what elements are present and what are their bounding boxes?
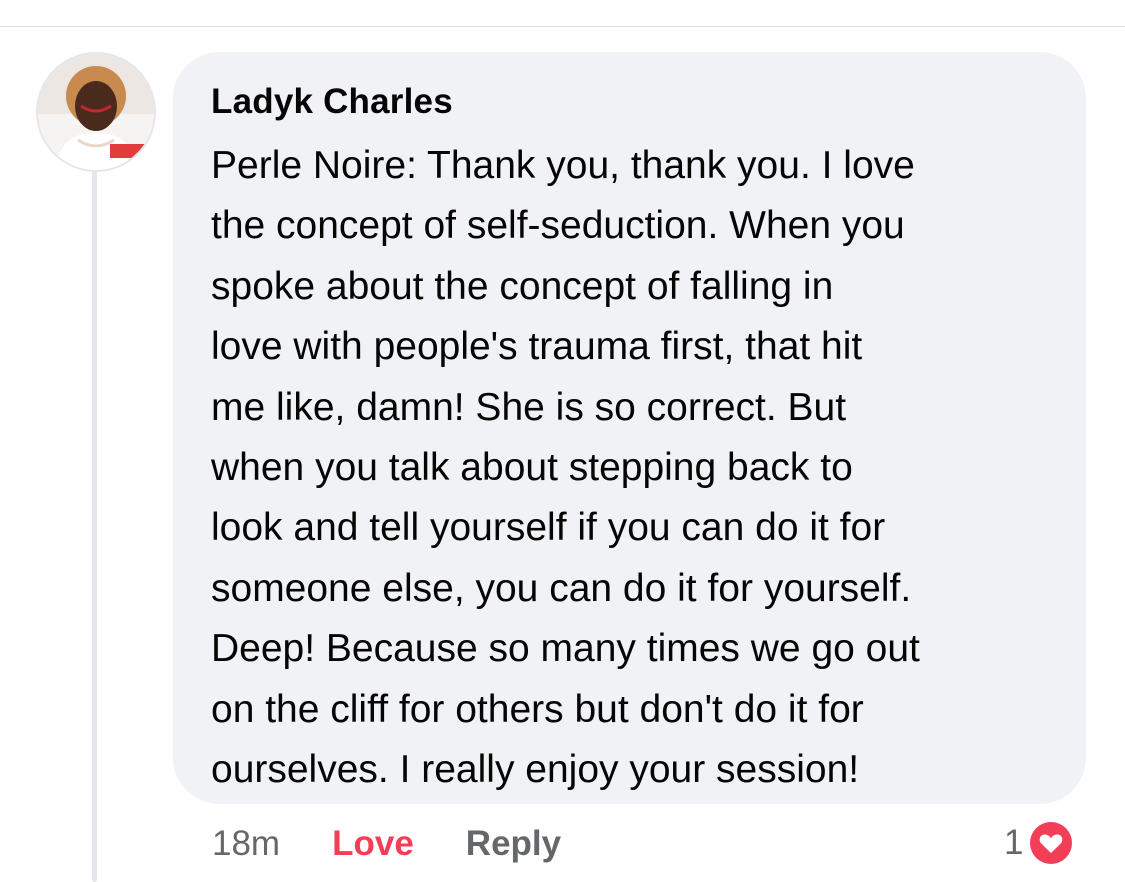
comment-author[interactable]: Ladyk Charles bbox=[211, 82, 1056, 122]
reaction-summary[interactable]: 1 bbox=[1004, 818, 1076, 868]
thread-line bbox=[92, 170, 97, 882]
heart-icon bbox=[1030, 822, 1073, 864]
love-button[interactable]: Love bbox=[332, 824, 414, 864]
avatar[interactable] bbox=[36, 52, 156, 172]
avatar-photo bbox=[38, 54, 154, 170]
comment-text: Perle Noire: Thank you, thank you. I lov… bbox=[211, 144, 920, 792]
comment-bubble: Ladyk Charles Perle Noire: Thank you, th… bbox=[173, 52, 1086, 804]
heart-reaction-badge bbox=[1027, 819, 1076, 867]
top-divider bbox=[0, 26, 1125, 27]
comment-timestamp[interactable]: 18m bbox=[212, 824, 280, 864]
reply-button[interactable]: Reply bbox=[466, 824, 561, 864]
comment-actions: 18m Love Reply bbox=[212, 822, 561, 866]
reaction-count: 1 bbox=[1004, 823, 1024, 862]
